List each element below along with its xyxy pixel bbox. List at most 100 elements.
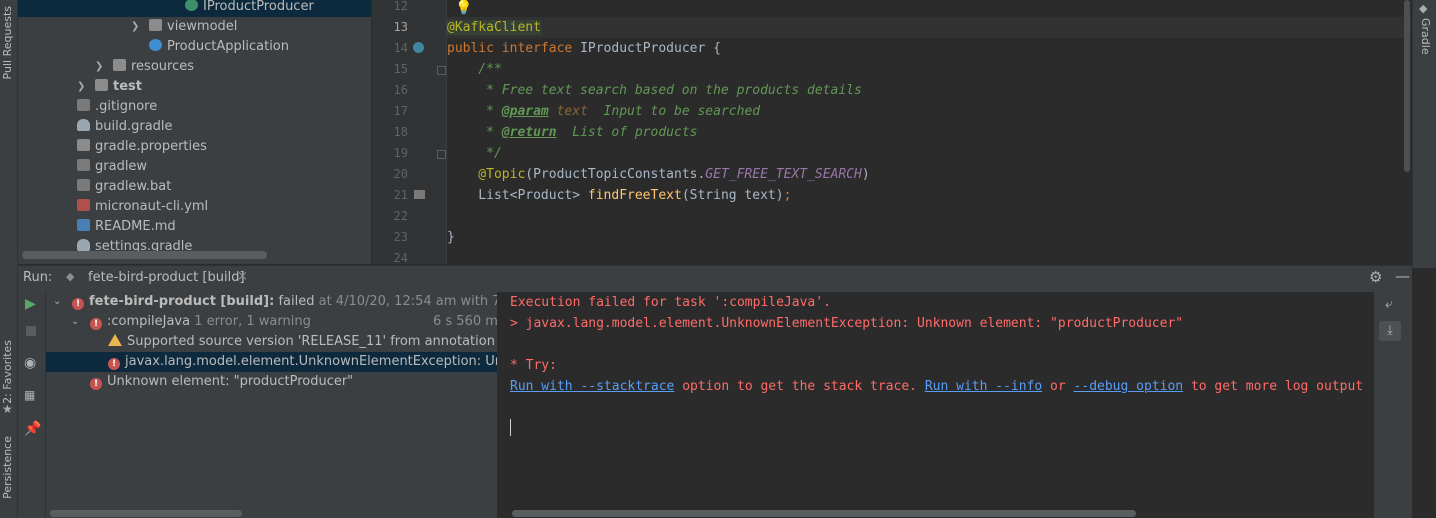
chevron-right-icon[interactable]: ❯ [131, 17, 139, 37]
code-line-15: /** [447, 62, 502, 77]
file-icon [77, 159, 90, 171]
pull-requests-tab[interactable]: Pull Requests [1, 6, 14, 79]
pin-icon[interactable]: 📌 [24, 421, 41, 437]
tree-item-gitignore[interactable]: .gitignore [77, 97, 157, 117]
line-number: 16 [393, 83, 408, 97]
horizontal-scrollbar[interactable] [512, 510, 1136, 517]
tree-item-label: IProductProducer [203, 0, 314, 14]
run-tab-build[interactable]: fete-bird-product [build] [88, 270, 245, 285]
code-line-17: * @param text Input to be searched [447, 104, 761, 119]
line-number: 15 [393, 62, 408, 76]
class-icon [149, 39, 162, 51]
tree-node-compilejava[interactable]: ⌄ !:compileJava 1 error, 1 warning 6 s 5… [46, 312, 497, 332]
error-icon: ! [108, 358, 120, 370]
gradle-elephant-icon: ◆ [66, 270, 75, 283]
tree-item-readme[interactable]: README.md [77, 217, 176, 237]
minimize-icon[interactable]: — [1395, 267, 1410, 285]
run-panel-header: Run: ◆ fete-bird-product [build] × ⚙ — [18, 265, 1412, 293]
code-editor[interactable]: 💡 @KafkaClient public interface IProduct… [447, 0, 1411, 264]
console-line: Run with --stacktrace option to get the … [510, 379, 1364, 394]
warning-icon [108, 334, 122, 346]
favorites-tab[interactable]: 2: Favorites [1, 340, 14, 404]
stacktrace-link[interactable]: Run with --stacktrace [510, 379, 674, 394]
close-tab-icon[interactable]: × [237, 269, 248, 284]
error-icon: ! [90, 378, 102, 390]
implementation-marker-icon[interactable] [413, 42, 424, 53]
chevron-right-icon[interactable]: ❯ [77, 77, 85, 97]
tree-node-exception[interactable]: ! javax.lang.model.element.UnknownElement… [46, 352, 497, 372]
folder-icon [113, 59, 126, 71]
gradle-elephant-icon: ◆ [1419, 2, 1428, 15]
package-icon [149, 19, 162, 31]
info-link[interactable]: Run with --info [925, 379, 1042, 394]
line-number: 18 [393, 125, 408, 139]
debug-link[interactable]: --debug option [1074, 379, 1184, 394]
vertical-scrollbar[interactable] [1404, 0, 1410, 172]
code-line-19: */ [447, 146, 502, 161]
gear-icon[interactable]: ⚙ [1369, 268, 1382, 286]
tree-item-gradlew[interactable]: gradlew [77, 157, 147, 177]
code-line-18: * @return List of products [447, 125, 698, 140]
gradle-icon [77, 239, 90, 251]
markdown-icon [77, 219, 90, 231]
project-tree: IProductProducer ❯ viewmodel ProductAppl… [18, 0, 371, 264]
error-icon: ! [72, 298, 84, 310]
soft-wrap-icon[interactable]: ⤶ [1385, 296, 1393, 312]
code-line-16: * Free text search based on the products… [447, 83, 862, 98]
tree-item-build-gradle[interactable]: build.gradle [77, 117, 173, 137]
layout-icon[interactable]: ▦ [24, 388, 35, 402]
line-number: 14 [393, 41, 408, 55]
chevron-down-icon[interactable]: ⌄ [53, 292, 61, 312]
console-line: Execution failed for task ':compileJava'… [510, 295, 831, 310]
run-label: Run: [23, 270, 53, 285]
tree-item-micronaut-cli[interactable]: micronaut-cli.yml [77, 197, 208, 217]
console-line: > javax.lang.model.element.UnknownElemen… [510, 316, 1184, 331]
file-icon [77, 99, 90, 111]
tree-item-gradle-properties[interactable]: gradle.properties [77, 137, 207, 157]
horizontal-scrollbar[interactable] [22, 251, 267, 259]
line-number: 13 [393, 20, 408, 34]
line-number: 12 [393, 0, 408, 13]
tree-item-iproductproducer[interactable]: IProductProducer [18, 0, 371, 17]
gradle-icon [77, 119, 90, 131]
line-number: 19 [393, 146, 408, 160]
console-line: * Try: [510, 358, 557, 373]
chevron-right-icon[interactable]: ❯ [95, 57, 103, 77]
eye-icon[interactable]: ◉ [24, 355, 36, 371]
properties-icon [77, 139, 90, 151]
line-number: 22 [393, 209, 408, 223]
scroll-to-end-icon[interactable]: ⤓ [1379, 321, 1401, 341]
right-tool-strip: ◆ Gradle [1412, 0, 1436, 268]
lightbulb-icon[interactable]: 💡 [455, 0, 472, 16]
line-number: 20 [393, 167, 408, 181]
method-marker-icon[interactable] [414, 190, 425, 199]
console-toolbar: ⤶ ⤓ [1374, 292, 1412, 518]
code-line-23: } [447, 230, 455, 245]
rerun-icon[interactable]: ▶ [25, 296, 36, 312]
interface-icon [185, 0, 198, 11]
editor-gutter: 12 13 14 15 16 17 18 19 20 21 22 23 24 [372, 0, 447, 265]
run-tree: ⌄ ! fete-bird-product [build]: failed at … [46, 292, 498, 518]
file-icon [77, 179, 90, 191]
line-number: 21 [393, 188, 408, 202]
code-line-21: List<Product> findFreeText(String text); [447, 188, 792, 203]
console-output[interactable]: Execution failed for task ':compileJava'… [498, 292, 1373, 518]
run-toolbar: ▶ ◉ ▦ 📌 [18, 292, 46, 518]
text-cursor [510, 419, 511, 436]
chevron-down-icon[interactable]: ⌄ [71, 312, 79, 332]
fold-icon[interactable] [437, 66, 446, 75]
line-number: 23 [393, 230, 408, 244]
error-icon: ! [90, 318, 102, 330]
current-line-highlight [447, 17, 1411, 38]
line-number: 17 [393, 104, 408, 118]
code-line-14: public interface IProductProducer { [447, 41, 721, 56]
tree-item-gradlew-bat[interactable]: gradlew.bat [77, 177, 171, 197]
fold-icon[interactable] [437, 150, 446, 159]
tree-item-productapplication[interactable]: ProductApplication [149, 37, 289, 57]
horizontal-scrollbar[interactable] [50, 510, 242, 517]
folder-icon [95, 79, 108, 91]
code-line-20: @Topic(ProductTopicConstants.GET_FREE_TE… [447, 167, 870, 182]
gradle-tab[interactable]: Gradle [1419, 18, 1432, 55]
persistence-tab[interactable]: Persistence [1, 436, 14, 499]
stop-icon[interactable] [26, 326, 36, 336]
